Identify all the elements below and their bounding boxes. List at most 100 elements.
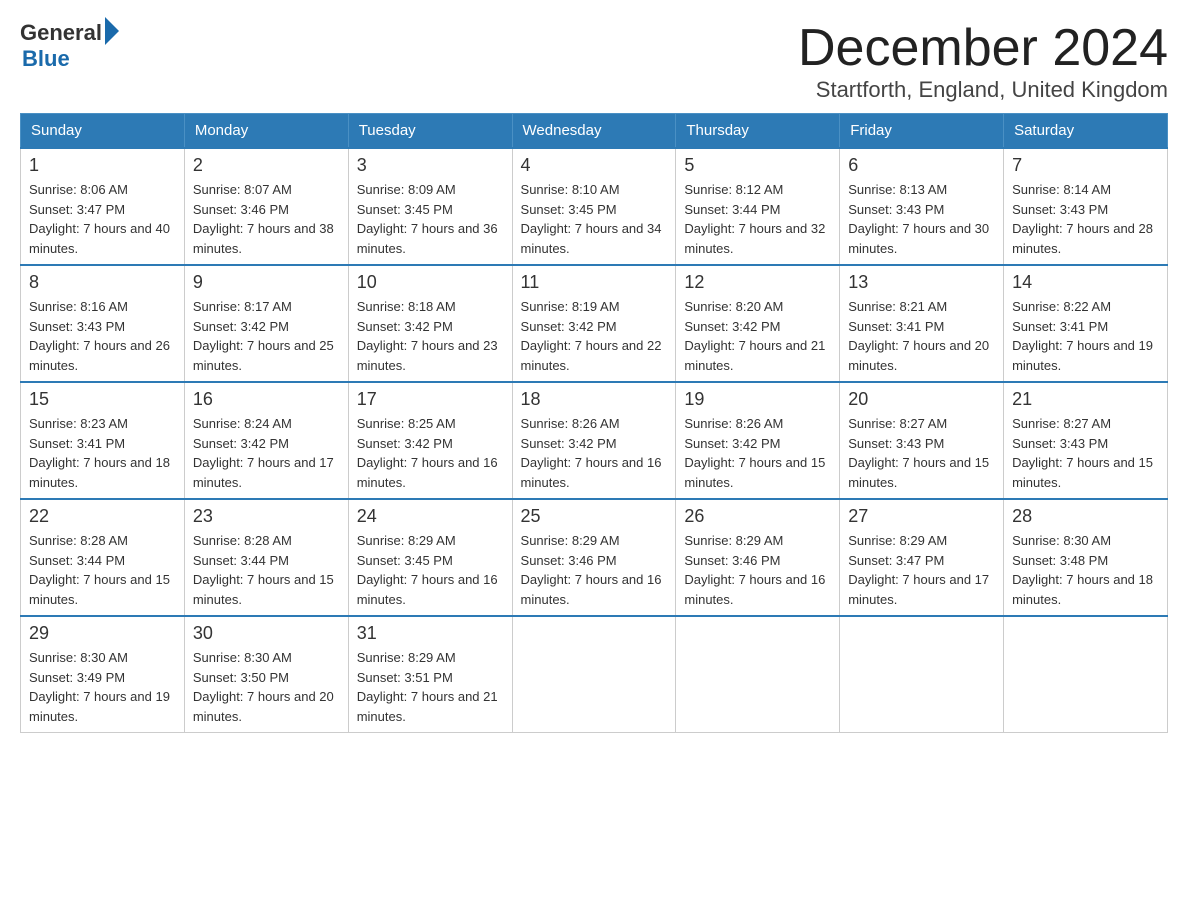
- day-info: Sunrise: 8:17 AM Sunset: 3:42 PM Dayligh…: [193, 297, 340, 375]
- day-info: Sunrise: 8:27 AM Sunset: 3:43 PM Dayligh…: [848, 414, 995, 492]
- day-number: 9: [193, 272, 340, 293]
- calendar-title-block: December 2024 Startforth, England, Unite…: [798, 20, 1168, 103]
- daylight-label: Daylight: 7 hours and 18 minutes.: [29, 455, 170, 490]
- sunrise-label: Sunrise: 8:30 AM: [1012, 533, 1111, 548]
- sunset-label: Sunset: 3:46 PM: [521, 553, 617, 568]
- day-info: Sunrise: 8:30 AM Sunset: 3:48 PM Dayligh…: [1012, 531, 1159, 609]
- sunset-label: Sunset: 3:51 PM: [357, 670, 453, 685]
- logo-general-text: General: [20, 20, 102, 46]
- day-number: 10: [357, 272, 504, 293]
- sunrise-label: Sunrise: 8:23 AM: [29, 416, 128, 431]
- logo-triangle-icon: [105, 17, 119, 45]
- table-row: [676, 616, 840, 733]
- sunrise-label: Sunrise: 8:30 AM: [29, 650, 128, 665]
- logo-blue-text: Blue: [22, 46, 119, 72]
- table-row: 28 Sunrise: 8:30 AM Sunset: 3:48 PM Dayl…: [1004, 499, 1168, 616]
- sunset-label: Sunset: 3:43 PM: [1012, 436, 1108, 451]
- table-row: 22 Sunrise: 8:28 AM Sunset: 3:44 PM Dayl…: [21, 499, 185, 616]
- sunset-label: Sunset: 3:43 PM: [848, 202, 944, 217]
- day-info: Sunrise: 8:24 AM Sunset: 3:42 PM Dayligh…: [193, 414, 340, 492]
- sunrise-label: Sunrise: 8:29 AM: [521, 533, 620, 548]
- sunset-label: Sunset: 3:42 PM: [684, 319, 780, 334]
- sunrise-label: Sunrise: 8:17 AM: [193, 299, 292, 314]
- day-info: Sunrise: 8:21 AM Sunset: 3:41 PM Dayligh…: [848, 297, 995, 375]
- daylight-label: Daylight: 7 hours and 32 minutes.: [684, 221, 825, 256]
- day-info: Sunrise: 8:28 AM Sunset: 3:44 PM Dayligh…: [29, 531, 176, 609]
- calendar-location: Startforth, England, United Kingdom: [798, 77, 1168, 103]
- week-row-1: 1 Sunrise: 8:06 AM Sunset: 3:47 PM Dayli…: [21, 148, 1168, 265]
- day-info: Sunrise: 8:12 AM Sunset: 3:44 PM Dayligh…: [684, 180, 831, 258]
- sunset-label: Sunset: 3:42 PM: [684, 436, 780, 451]
- sunrise-label: Sunrise: 8:07 AM: [193, 182, 292, 197]
- day-number: 29: [29, 623, 176, 644]
- sunset-label: Sunset: 3:42 PM: [193, 436, 289, 451]
- sunset-label: Sunset: 3:41 PM: [29, 436, 125, 451]
- table-row: 27 Sunrise: 8:29 AM Sunset: 3:47 PM Dayl…: [840, 499, 1004, 616]
- daylight-label: Daylight: 7 hours and 22 minutes.: [521, 338, 662, 373]
- day-number: 27: [848, 506, 995, 527]
- table-row: 14 Sunrise: 8:22 AM Sunset: 3:41 PM Dayl…: [1004, 265, 1168, 382]
- table-row: 13 Sunrise: 8:21 AM Sunset: 3:41 PM Dayl…: [840, 265, 1004, 382]
- sunrise-label: Sunrise: 8:29 AM: [684, 533, 783, 548]
- sunrise-label: Sunrise: 8:18 AM: [357, 299, 456, 314]
- daylight-label: Daylight: 7 hours and 26 minutes.: [29, 338, 170, 373]
- daylight-label: Daylight: 7 hours and 34 minutes.: [521, 221, 662, 256]
- table-row: 11 Sunrise: 8:19 AM Sunset: 3:42 PM Dayl…: [512, 265, 676, 382]
- daylight-label: Daylight: 7 hours and 36 minutes.: [357, 221, 498, 256]
- table-row: 3 Sunrise: 8:09 AM Sunset: 3:45 PM Dayli…: [348, 148, 512, 265]
- col-monday: Monday: [184, 114, 348, 149]
- day-number: 8: [29, 272, 176, 293]
- daylight-label: Daylight: 7 hours and 21 minutes.: [357, 689, 498, 724]
- day-info: Sunrise: 8:28 AM Sunset: 3:44 PM Dayligh…: [193, 531, 340, 609]
- day-info: Sunrise: 8:10 AM Sunset: 3:45 PM Dayligh…: [521, 180, 668, 258]
- table-row: 6 Sunrise: 8:13 AM Sunset: 3:43 PM Dayli…: [840, 148, 1004, 265]
- daylight-label: Daylight: 7 hours and 30 minutes.: [848, 221, 989, 256]
- day-number: 15: [29, 389, 176, 410]
- daylight-label: Daylight: 7 hours and 40 minutes.: [29, 221, 170, 256]
- sunrise-label: Sunrise: 8:20 AM: [684, 299, 783, 314]
- day-info: Sunrise: 8:27 AM Sunset: 3:43 PM Dayligh…: [1012, 414, 1159, 492]
- daylight-label: Daylight: 7 hours and 19 minutes.: [1012, 338, 1153, 373]
- sunset-label: Sunset: 3:45 PM: [521, 202, 617, 217]
- week-row-3: 15 Sunrise: 8:23 AM Sunset: 3:41 PM Dayl…: [21, 382, 1168, 499]
- table-row: 25 Sunrise: 8:29 AM Sunset: 3:46 PM Dayl…: [512, 499, 676, 616]
- day-number: 5: [684, 155, 831, 176]
- col-tuesday: Tuesday: [348, 114, 512, 149]
- day-info: Sunrise: 8:13 AM Sunset: 3:43 PM Dayligh…: [848, 180, 995, 258]
- table-row: 31 Sunrise: 8:29 AM Sunset: 3:51 PM Dayl…: [348, 616, 512, 733]
- sunset-label: Sunset: 3:44 PM: [684, 202, 780, 217]
- day-number: 24: [357, 506, 504, 527]
- sunrise-label: Sunrise: 8:26 AM: [521, 416, 620, 431]
- table-row: 24 Sunrise: 8:29 AM Sunset: 3:45 PM Dayl…: [348, 499, 512, 616]
- col-thursday: Thursday: [676, 114, 840, 149]
- sunrise-label: Sunrise: 8:26 AM: [684, 416, 783, 431]
- daylight-label: Daylight: 7 hours and 15 minutes.: [848, 455, 989, 490]
- day-info: Sunrise: 8:26 AM Sunset: 3:42 PM Dayligh…: [684, 414, 831, 492]
- sunset-label: Sunset: 3:42 PM: [521, 319, 617, 334]
- col-wednesday: Wednesday: [512, 114, 676, 149]
- daylight-label: Daylight: 7 hours and 15 minutes.: [29, 572, 170, 607]
- sunrise-label: Sunrise: 8:10 AM: [521, 182, 620, 197]
- sunrise-label: Sunrise: 8:30 AM: [193, 650, 292, 665]
- daylight-label: Daylight: 7 hours and 16 minutes.: [521, 572, 662, 607]
- sunset-label: Sunset: 3:45 PM: [357, 553, 453, 568]
- sunset-label: Sunset: 3:43 PM: [848, 436, 944, 451]
- table-row: 2 Sunrise: 8:07 AM Sunset: 3:46 PM Dayli…: [184, 148, 348, 265]
- sunset-label: Sunset: 3:43 PM: [29, 319, 125, 334]
- table-row: 1 Sunrise: 8:06 AM Sunset: 3:47 PM Dayli…: [21, 148, 185, 265]
- sunrise-label: Sunrise: 8:29 AM: [357, 533, 456, 548]
- week-row-4: 22 Sunrise: 8:28 AM Sunset: 3:44 PM Dayl…: [21, 499, 1168, 616]
- day-info: Sunrise: 8:29 AM Sunset: 3:51 PM Dayligh…: [357, 648, 504, 726]
- sunrise-label: Sunrise: 8:13 AM: [848, 182, 947, 197]
- table-row: 9 Sunrise: 8:17 AM Sunset: 3:42 PM Dayli…: [184, 265, 348, 382]
- day-number: 13: [848, 272, 995, 293]
- col-saturday: Saturday: [1004, 114, 1168, 149]
- table-row: 20 Sunrise: 8:27 AM Sunset: 3:43 PM Dayl…: [840, 382, 1004, 499]
- sunset-label: Sunset: 3:42 PM: [193, 319, 289, 334]
- week-row-2: 8 Sunrise: 8:16 AM Sunset: 3:43 PM Dayli…: [21, 265, 1168, 382]
- table-row: 7 Sunrise: 8:14 AM Sunset: 3:43 PM Dayli…: [1004, 148, 1168, 265]
- calendar-table: Sunday Monday Tuesday Wednesday Thursday…: [20, 113, 1168, 733]
- daylight-label: Daylight: 7 hours and 16 minutes.: [357, 572, 498, 607]
- calendar-month-year: December 2024: [798, 20, 1168, 77]
- table-row: 16 Sunrise: 8:24 AM Sunset: 3:42 PM Dayl…: [184, 382, 348, 499]
